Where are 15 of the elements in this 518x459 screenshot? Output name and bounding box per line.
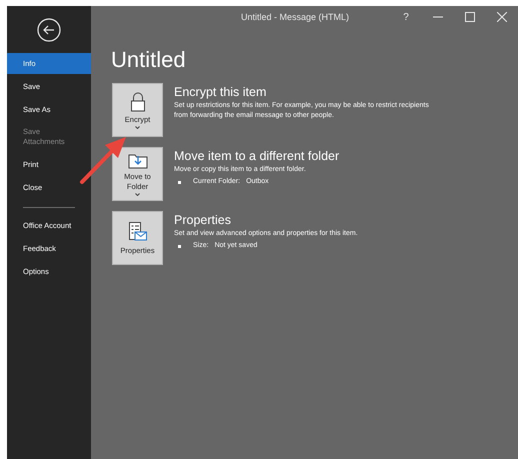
properties-icon [128,220,148,242]
bullet-icon [178,244,181,248]
maximize-icon[interactable] [465,12,475,22]
section-title: Properties [174,212,232,229]
bullet-icon [178,180,181,184]
page-heading: Untitled [111,49,187,71]
section-title: Encrypt this item [174,84,268,101]
section-title: Move item to a different folder [174,148,340,165]
back-icon[interactable] [37,18,61,42]
folder-icon [128,152,148,169]
lock-icon [130,92,146,112]
arrow-annotation [80,137,126,184]
window-title: Untitled - Message (HTML) [241,11,350,24]
close-icon[interactable] [497,12,507,22]
help-button[interactable]: ? [403,10,409,24]
